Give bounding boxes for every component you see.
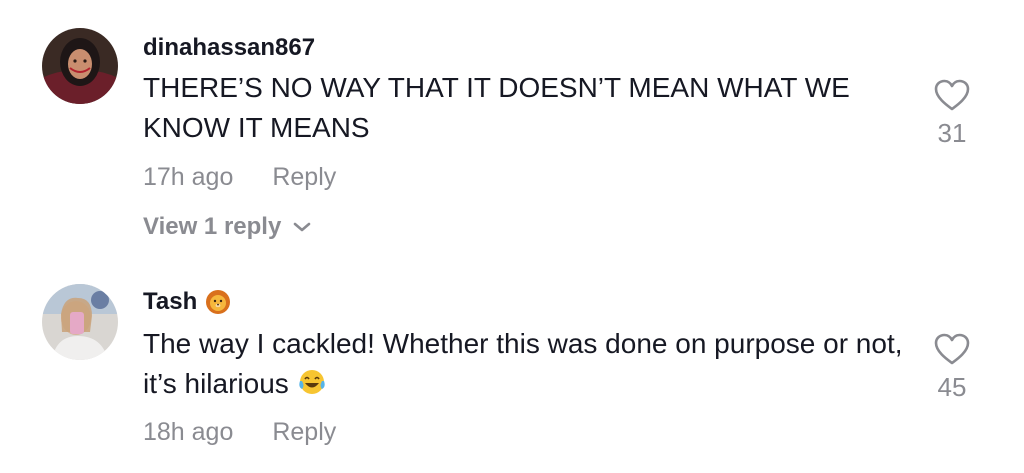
heart-icon[interactable]	[933, 332, 971, 366]
comment-username[interactable]: Tash	[143, 288, 231, 316]
tears-of-joy-emoji-icon	[299, 370, 325, 394]
avatar[interactable]	[42, 284, 118, 360]
comment-text-body: The way I cackled! Whether this was done…	[143, 328, 903, 399]
comment-time: 18h ago	[143, 418, 234, 446]
reply-button[interactable]: Reply	[272, 418, 336, 446]
avatar-photo	[42, 284, 118, 360]
comment-username-label: Tash	[143, 288, 198, 315]
comment-text: The way I cackled! Whether this was done…	[143, 324, 913, 404]
like-control: 45	[930, 332, 974, 403]
comment-item: Tash The way I cackled! Whether this was…	[0, 0, 1024, 473]
like-count: 45	[937, 372, 967, 402]
comment-meta: 18h ago Reply	[143, 418, 336, 447]
lion-face-icon	[206, 290, 231, 314]
